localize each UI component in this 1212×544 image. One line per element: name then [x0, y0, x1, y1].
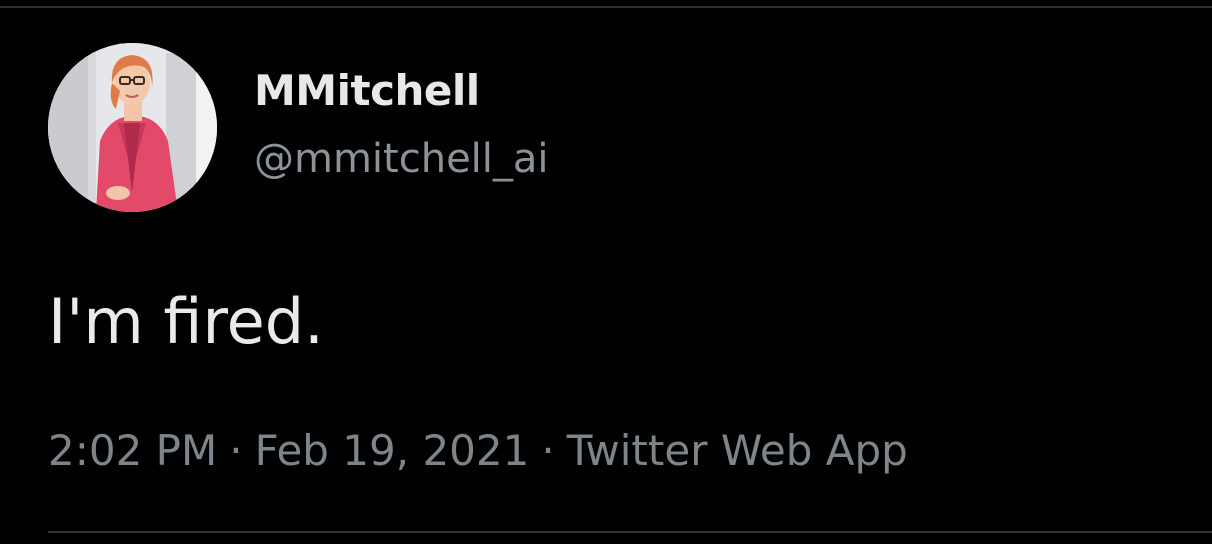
tweet-metadata: 2:02 PM · Feb 19, 2021 · Twitter Web App	[48, 423, 908, 479]
author-display-name[interactable]: MMitchell	[254, 64, 480, 118]
avatar[interactable]	[48, 43, 217, 212]
tweet-source[interactable]: Twitter Web App	[567, 426, 908, 475]
author-handle[interactable]: @mmitchell_ai	[254, 132, 549, 186]
avatar-photo	[48, 43, 217, 212]
metadata-separator: ·	[229, 426, 243, 475]
bottom-divider	[48, 531, 1212, 533]
tweet-text: I'm fired.	[48, 285, 324, 358]
tweet-date[interactable]: Feb 19, 2021	[255, 426, 530, 475]
tweet[interactable]: MMitchell @mmitchell_ai I'm fired. 2:02 …	[0, 0, 1212, 544]
metadata-separator: ·	[541, 426, 555, 475]
tweet-time[interactable]: 2:02 PM	[48, 426, 217, 475]
